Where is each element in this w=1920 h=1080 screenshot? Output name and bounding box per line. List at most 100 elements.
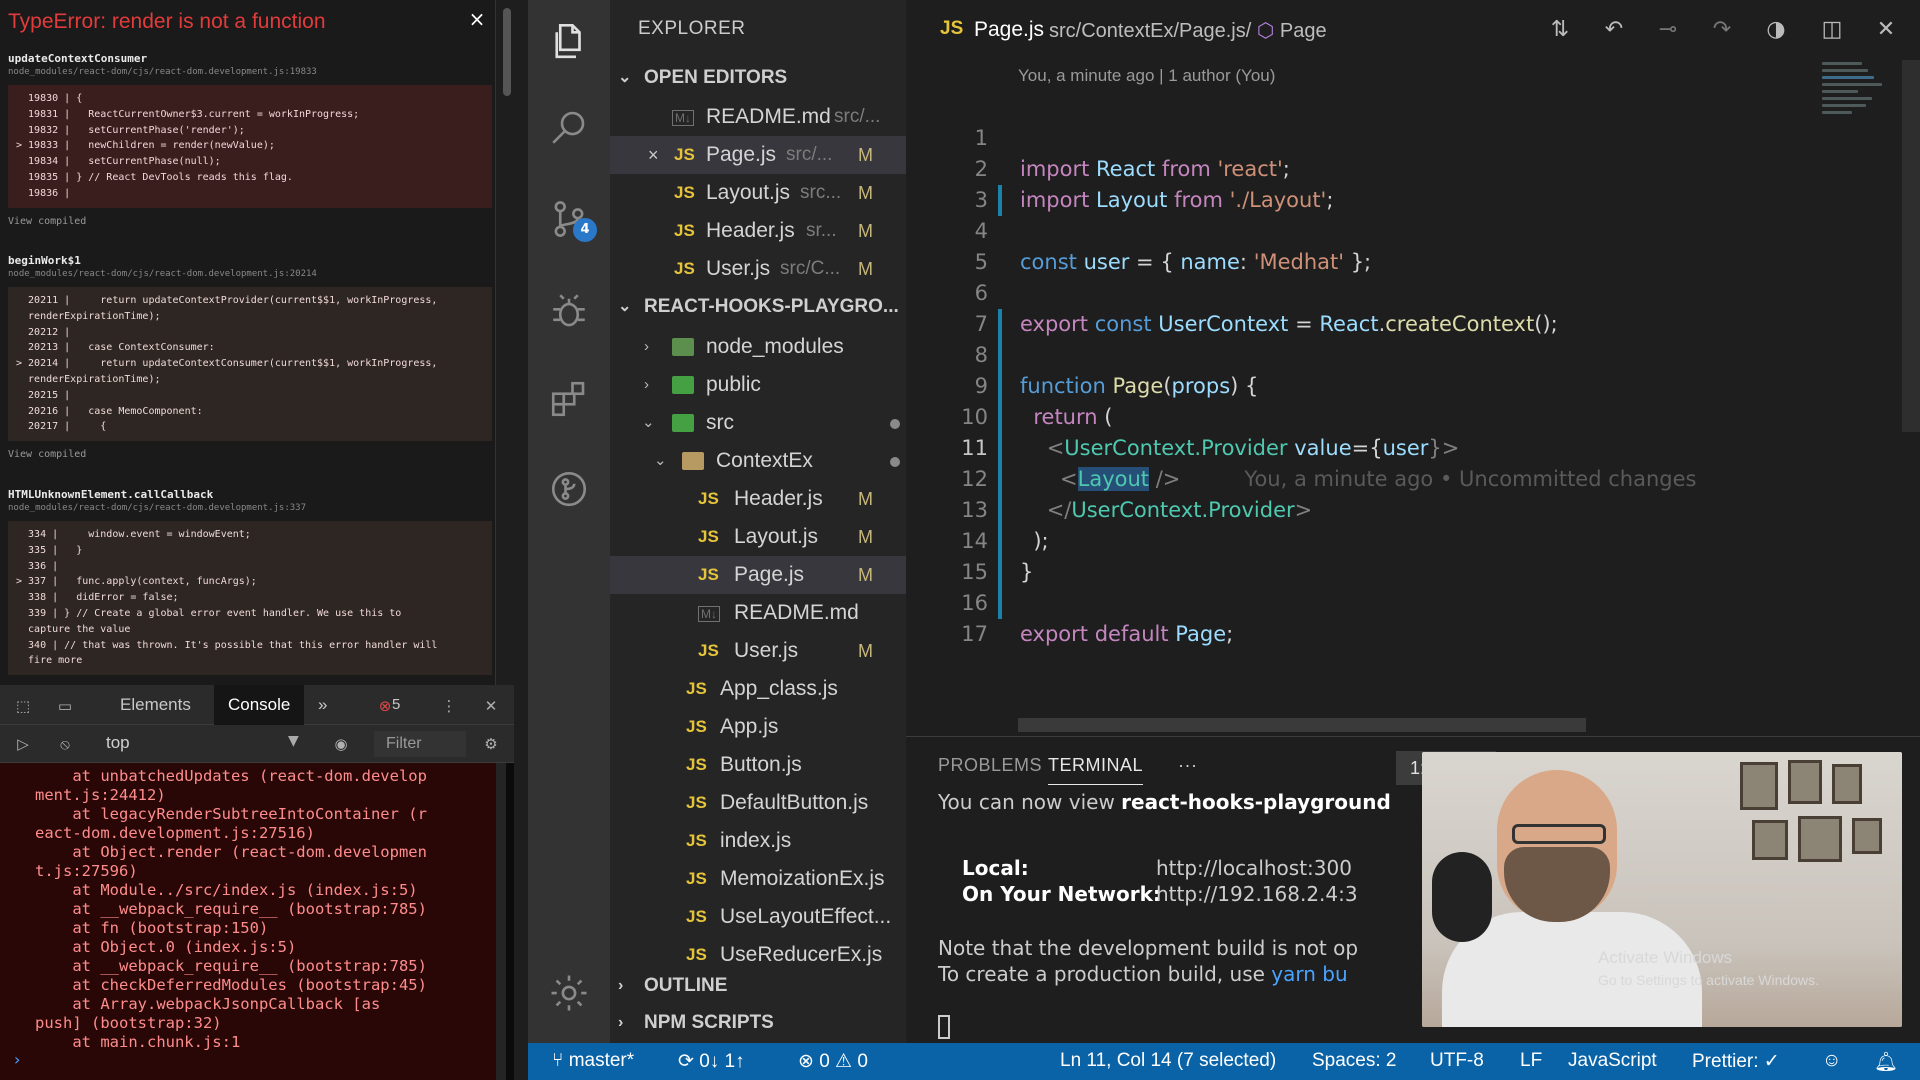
open-editor-item[interactable]: JS User.js src/C... M	[610, 250, 906, 288]
next-revision-icon[interactable]: ↷	[1708, 16, 1736, 44]
tree-item-src[interactable]: ⌄ src	[610, 404, 906, 442]
clear-console-icon[interactable]: ⦸	[54, 733, 76, 755]
gear-icon[interactable]	[542, 966, 596, 1020]
bell-icon[interactable]: 🔔︎	[1874, 1050, 1898, 1074]
feedback-icon[interactable]: ☺	[1822, 1050, 1841, 1072]
frame-code: 334 | window.event = windowEvent; 335 | …	[8, 521, 492, 676]
previous-revision-icon[interactable]: ↶	[1600, 16, 1628, 44]
project-header[interactable]: ⌄ REACT-HOOKS-PLAYGRO...	[610, 290, 906, 324]
overlay-scrollbar[interactable]	[503, 8, 511, 96]
encoding[interactable]: UTF-8	[1430, 1050, 1484, 1072]
gitlens-icon[interactable]: ◑	[1762, 16, 1790, 44]
tree-item[interactable]: JS App_class.js	[610, 670, 906, 708]
line-ending[interactable]: LF	[1520, 1050, 1542, 1072]
cursor-position[interactable]: Ln 11, Col 14 (7 selected)	[1060, 1050, 1276, 1072]
code-line: 20216 | case MemoComponent:	[16, 405, 203, 417]
problems-status[interactable]: ⊗ 0 ⚠ 0	[798, 1050, 868, 1073]
frame-path: node_modules/react-dom/cjs/react-dom.dev…	[8, 269, 317, 279]
tree-item[interactable]: JS index.js	[610, 822, 906, 860]
console-line: t.js:27596)	[35, 862, 138, 880]
markdown-icon: M↓	[672, 110, 694, 126]
code-line: 19832 | setCurrentPhase('render');	[16, 124, 245, 136]
tree-item-layout-js[interactable]: JS Layout.js M	[610, 518, 906, 556]
tab-elements[interactable]: Elements	[106, 685, 205, 725]
more-tabs-icon[interactable]: »	[312, 685, 333, 725]
tab-page-js[interactable]: Page.js	[974, 18, 1044, 42]
close-devtools-icon[interactable]: ✕	[480, 695, 502, 717]
debug-icon[interactable]	[542, 284, 596, 338]
git-status: M	[858, 565, 873, 585]
more-actions-icon[interactable]: ···	[1178, 755, 1197, 776]
inspect-element-icon[interactable]: ⬚	[12, 695, 34, 717]
explorer-sidebar: EXPLORER ⌄ OPEN EDITORS M↓ README.md src…	[610, 0, 906, 1043]
context-selector[interactable]: top	[106, 733, 130, 753]
search-icon[interactable]	[542, 100, 596, 154]
tree-item-readme[interactable]: M↓ README.md	[610, 594, 906, 632]
error-count[interactable]: 5	[388, 685, 404, 725]
close-icon[interactable]: ✕	[1872, 16, 1900, 44]
open-editor-item[interactable]: × JS Page.js src/... M	[610, 136, 906, 174]
chevron-down-icon[interactable]: ▼	[288, 733, 299, 749]
gitlens-icon[interactable]	[542, 462, 596, 516]
breadcrumb[interactable]: src/ContextEx/Page.js/ ⬡ Page	[1049, 18, 1327, 43]
open-editor-item[interactable]: M↓ README.md src/...	[610, 98, 906, 136]
outline-header[interactable]: › OUTLINE	[610, 969, 906, 1003]
tab-terminal[interactable]: TERMINAL	[1048, 755, 1144, 785]
commit-icon[interactable]: ⊸	[1654, 16, 1682, 44]
code-editor[interactable]: 1 import React from 'react'; 2 import La…	[906, 92, 1920, 646]
horizontal-scrollbar[interactable]	[1018, 718, 1586, 732]
open-editor-item[interactable]: JS Header.js sr... M	[610, 212, 906, 250]
console-prompt[interactable]: ›	[14, 1050, 20, 1069]
file-name: Header.js	[734, 487, 823, 510]
tree-item-header-js[interactable]: JS Header.js M	[610, 480, 906, 518]
git-branch[interactable]: ⑂ master*	[552, 1050, 634, 1072]
tree-item[interactable]: JS UseLayoutEffect...	[610, 898, 906, 936]
explorer-icon[interactable]	[542, 14, 596, 68]
codelens-blame[interactable]: You, a minute ago | 1 author (You)	[1018, 66, 1275, 86]
screen: TypeError: render is not a function × up…	[0, 0, 1920, 1080]
close-icon[interactable]: ×	[648, 136, 659, 174]
tree-item-node-modules[interactable]: › node_modules	[610, 328, 906, 366]
tree-item[interactable]: JS MemoizationEx.js	[610, 860, 906, 898]
code-line: 13 );	[906, 464, 1866, 553]
tree-item-page-js[interactable]: JS Page.js M	[610, 556, 906, 594]
tree-item[interactable]: JS DefaultButton.js	[610, 784, 906, 822]
open-editor-item[interactable]: JS Layout.js src... M	[610, 174, 906, 212]
minimap[interactable]	[1822, 58, 1892, 158]
tab-console[interactable]: Console	[214, 685, 305, 725]
stack-frame: beginWork$1 node_modules/react-dom/cjs/r…	[8, 254, 495, 460]
console-line: ment.js:24412)	[35, 786, 166, 804]
terminal-url[interactable]: http://localhost:300	[1156, 855, 1352, 882]
file-name: DefaultButton.js	[720, 791, 869, 814]
split-editor-icon[interactable]: ◫	[1818, 16, 1846, 44]
filter-input[interactable]: Filter	[374, 731, 466, 757]
editor-scrollbar[interactable]	[1902, 60, 1920, 432]
terminal-url[interactable]: http://192.168.2.4:3	[1156, 881, 1358, 908]
git-status: M	[858, 259, 873, 279]
tree-item[interactable]: JS Button.js	[610, 746, 906, 784]
sidebar-toggle-icon[interactable]: ▷	[12, 733, 34, 755]
compare-changes-icon[interactable]: ⇅	[1546, 16, 1574, 44]
tree-item[interactable]: JS App.js	[610, 708, 906, 746]
line-number: 17	[961, 622, 988, 646]
terminal-line: You can now view react-hooks-playground	[938, 790, 1391, 814]
tree-item-contextex[interactable]: ⌄ ContextEx	[610, 442, 906, 480]
tab-problems[interactable]: PROBLEMS	[938, 755, 1042, 776]
prettier-status[interactable]: Prettier: ✓	[1692, 1050, 1780, 1073]
console-line: at Module../src/index.js (index.js:5)	[35, 881, 418, 899]
open-editors-header[interactable]: ⌄ OPEN EDITORS	[610, 61, 906, 95]
sync-status[interactable]: ⟳ 0↓ 1↑	[678, 1050, 745, 1073]
extensions-icon[interactable]	[542, 372, 596, 426]
eye-icon[interactable]: ◉	[330, 733, 352, 755]
language-mode[interactable]: JavaScript	[1568, 1050, 1657, 1072]
view-compiled-link[interactable]: View compiled	[8, 449, 495, 460]
tree-item-public[interactable]: › public	[610, 366, 906, 404]
indentation[interactable]: Spaces: 2	[1312, 1050, 1397, 1072]
npm-scripts-header[interactable]: › NPM SCRIPTS	[610, 1006, 906, 1040]
tree-item-user-js[interactable]: JS User.js M	[610, 632, 906, 670]
close-icon[interactable]: ×	[466, 8, 488, 30]
view-compiled-link[interactable]: View compiled	[8, 216, 495, 227]
device-toolbar-icon[interactable]: ▭	[54, 695, 76, 717]
kebab-menu-icon[interactable]: ⋮	[438, 695, 460, 717]
gear-icon[interactable]: ⚙	[480, 733, 502, 755]
